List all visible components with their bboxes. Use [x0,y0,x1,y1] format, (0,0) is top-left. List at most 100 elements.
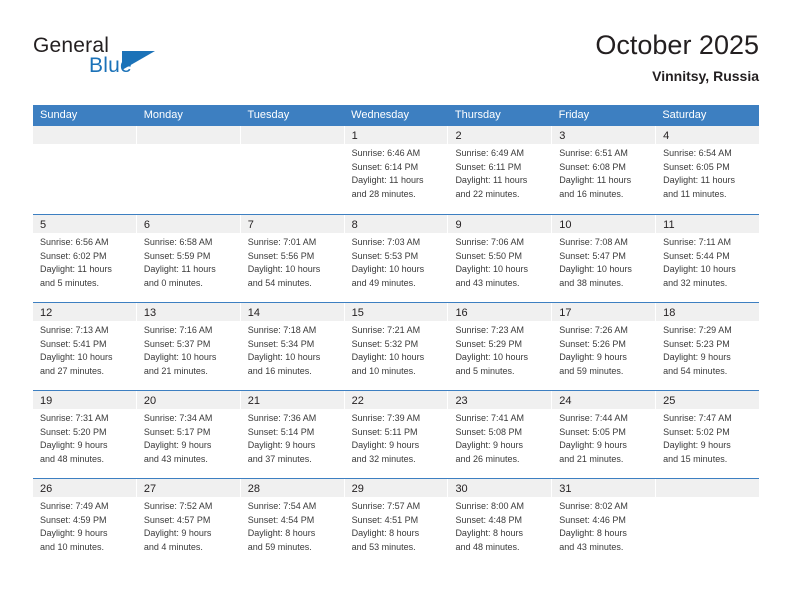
day-number-band: 16 [448,303,552,321]
day-cell[interactable]: 17 Sunrise: 7:26 AM Sunset: 5:26 PM Dayl… [552,303,657,390]
sunset-text: Sunset: 5:23 PM [663,338,730,349]
day-cell[interactable] [136,126,241,214]
weekday-header-saturday: Saturday [662,109,707,121]
weekday-header-wednesday: Wednesday [351,109,410,121]
day-number-band: 30 [448,479,552,497]
day-number-band: 12 [33,303,136,321]
day-details: Sunrise: 7:52 AM Sunset: 4:57 PM Dayligh… [137,497,240,554]
day-cell[interactable]: 28 Sunrise: 7:54 AM Sunset: 4:54 PM Dayl… [240,479,345,566]
day-cell[interactable]: 18 Sunrise: 7:29 AM Sunset: 5:23 PM Dayl… [656,303,760,390]
day-cell[interactable]: 13 Sunrise: 7:16 AM Sunset: 5:37 PM Dayl… [136,303,241,390]
daylight-text-line1: Daylight: 10 hours [663,264,736,274]
page-header: General Blue October 2025 Vinnitsy, Russ… [33,28,759,98]
day-number: 5 [40,219,47,231]
daylight-text-line1: Daylight: 10 hours [247,352,321,362]
day-cell[interactable]: 24 Sunrise: 7:44 AM Sunset: 5:05 PM Dayl… [552,391,657,478]
day-cell[interactable]: 12 Sunrise: 7:13 AM Sunset: 5:41 PM Dayl… [33,303,137,390]
day-number-band: 4 [656,126,760,144]
week-row: 5 Sunrise: 6:56 AM Sunset: 6:02 PM Dayli… [33,214,760,302]
day-cell[interactable]: 6 Sunrise: 6:58 AM Sunset: 5:59 PM Dayli… [136,215,241,302]
sunset-text: Sunset: 5:56 PM [247,250,315,261]
daylight-text-line1: Daylight: 8 hours [351,528,420,538]
sunset-text: Sunset: 5:32 PM [351,338,419,349]
day-cell[interactable]: 4 Sunrise: 6:54 AM Sunset: 6:05 PM Dayli… [656,126,760,214]
sunrise-text: Sunrise: 8:02 AM [559,501,628,511]
daylight-text-line2: and 49 minutes. [351,277,416,288]
daylight-text-line2: and 15 minutes. [663,453,728,464]
day-details [241,144,344,147]
day-number-band [33,126,136,144]
day-cell[interactable]: 10 Sunrise: 7:08 AM Sunset: 5:47 PM Dayl… [552,215,657,302]
day-cell[interactable]: 16 Sunrise: 7:23 AM Sunset: 5:29 PM Dayl… [448,303,553,390]
day-cell[interactable]: 22 Sunrise: 7:39 AM Sunset: 5:11 PM Dayl… [344,391,449,478]
sunrise-text: Sunrise: 7:41 AM [455,413,524,423]
daylight-text-line1: Daylight: 9 hours [663,440,731,450]
day-cell[interactable]: 15 Sunrise: 7:21 AM Sunset: 5:32 PM Dayl… [344,303,449,390]
day-details [33,144,136,147]
day-number-band: 31 [552,479,656,497]
daylight-text-line2: and 38 minutes. [559,277,624,288]
day-cell[interactable] [656,479,760,566]
day-number-band: 29 [344,479,448,497]
daylight-text-line2: and 10 minutes. [40,541,105,552]
sunset-text: Sunset: 5:05 PM [559,426,626,437]
sunrise-text: Sunrise: 6:49 AM [455,148,524,158]
daylight-text-line1: Daylight: 10 hours [40,352,113,362]
day-details: Sunrise: 7:39 AM Sunset: 5:11 PM Dayligh… [345,409,448,466]
day-details: Sunrise: 7:06 AM Sunset: 5:50 PM Dayligh… [448,233,551,290]
day-cell[interactable]: 31 Sunrise: 8:02 AM Sunset: 4:46 PM Dayl… [552,479,657,566]
day-cell[interactable]: 27 Sunrise: 7:52 AM Sunset: 4:57 PM Dayl… [136,479,241,566]
day-number: 27 [143,483,157,495]
day-cell[interactable]: 1 Sunrise: 6:46 AM Sunset: 6:14 PM Dayli… [344,126,449,214]
daylight-text-line2: and 37 minutes. [247,453,312,464]
day-details: Sunrise: 7:18 AM Sunset: 5:34 PM Dayligh… [241,321,344,378]
day-cell[interactable]: 29 Sunrise: 7:57 AM Sunset: 4:51 PM Dayl… [344,479,449,566]
day-cell[interactable] [33,126,137,214]
day-cell[interactable]: 23 Sunrise: 7:41 AM Sunset: 5:08 PM Dayl… [448,391,553,478]
day-cell[interactable]: 14 Sunrise: 7:18 AM Sunset: 5:34 PM Dayl… [240,303,345,390]
day-cell[interactable]: 2 Sunrise: 6:49 AM Sunset: 6:11 PM Dayli… [448,126,553,214]
day-number-band: 10 [552,215,656,233]
day-number: 12 [40,307,53,319]
daylight-text-line2: and 11 minutes. [663,188,727,199]
daylight-text-line1: Daylight: 9 hours [143,440,212,450]
daylight-text-line1: Daylight: 9 hours [559,440,627,450]
day-cell[interactable]: 8 Sunrise: 7:03 AM Sunset: 5:53 PM Dayli… [344,215,449,302]
general-blue-logo[interactable]: General Blue [33,34,233,90]
daylight-text-line1: Daylight: 10 hours [559,264,632,274]
day-cell[interactable]: 25 Sunrise: 7:47 AM Sunset: 5:02 PM Dayl… [656,391,760,478]
day-cell[interactable]: 20 Sunrise: 7:34 AM Sunset: 5:17 PM Dayl… [136,391,241,478]
day-number: 11 [663,219,675,231]
day-cell[interactable]: 5 Sunrise: 6:56 AM Sunset: 6:02 PM Dayli… [33,215,137,302]
daylight-text-line1: Daylight: 9 hours [663,352,731,362]
day-number: 24 [559,395,572,407]
day-cell[interactable]: 26 Sunrise: 7:49 AM Sunset: 4:59 PM Dayl… [33,479,137,566]
sunset-text: Sunset: 6:14 PM [351,161,419,172]
day-cell[interactable]: 11 Sunrise: 7:11 AM Sunset: 5:44 PM Dayl… [656,215,760,302]
day-details: Sunrise: 7:44 AM Sunset: 5:05 PM Dayligh… [552,409,655,466]
day-cell[interactable]: 7 Sunrise: 7:01 AM Sunset: 5:56 PM Dayli… [240,215,345,302]
day-cell[interactable] [240,126,345,214]
daylight-text-line2: and 48 minutes. [455,541,520,552]
day-cell[interactable]: 3 Sunrise: 6:51 AM Sunset: 6:08 PM Dayli… [552,126,657,214]
day-cell[interactable]: 30 Sunrise: 8:00 AM Sunset: 4:48 PM Dayl… [448,479,553,566]
day-cell[interactable]: 9 Sunrise: 7:06 AM Sunset: 5:50 PM Dayli… [448,215,553,302]
sunrise-text: Sunrise: 7:06 AM [455,237,524,247]
day-number-band: 25 [656,391,760,409]
sunset-text: Sunset: 5:11 PM [351,426,418,437]
daylight-text-line1: Daylight: 11 hours [351,175,424,185]
daylight-text-line2: and 5 minutes. [455,365,515,376]
day-cell[interactable]: 19 Sunrise: 7:31 AM Sunset: 5:20 PM Dayl… [33,391,137,478]
sunrise-text: Sunrise: 7:49 AM [40,501,109,511]
day-details: Sunrise: 7:03 AM Sunset: 5:53 PM Dayligh… [345,233,448,290]
logo-text-blue: Blue [89,54,132,77]
day-number: 7 [247,219,254,231]
daylight-text-line1: Daylight: 9 hours [40,528,108,538]
daylight-text-line2: and 27 minutes. [40,365,105,376]
sunrise-text: Sunrise: 7:23 AM [455,325,524,335]
day-number: 17 [559,307,572,319]
day-details: Sunrise: 7:13 AM Sunset: 5:41 PM Dayligh… [33,321,136,378]
daylight-text-line1: Daylight: 10 hours [455,264,528,274]
sunset-text: Sunset: 4:57 PM [143,514,211,525]
day-cell[interactable]: 21 Sunrise: 7:36 AM Sunset: 5:14 PM Dayl… [240,391,345,478]
